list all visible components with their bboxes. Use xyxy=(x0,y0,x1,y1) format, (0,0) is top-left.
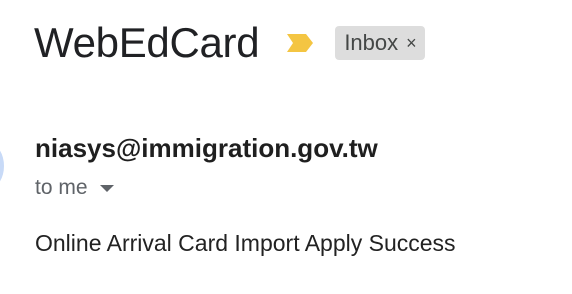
recipient-row: to me xyxy=(35,174,114,202)
label-text: Inbox xyxy=(344,30,399,55)
email-body: Online Arrival Card Import Apply Success xyxy=(35,230,456,256)
email-view: WebEdCard Inbox × niasys@immigration.gov… xyxy=(0,0,572,294)
subject-row: WebEdCard Inbox × xyxy=(34,18,425,68)
inbox-label-chip[interactable]: Inbox × xyxy=(335,26,425,60)
remove-label-close-icon[interactable]: × xyxy=(406,33,417,54)
sender-avatar[interactable] xyxy=(0,144,4,188)
chevron-down-icon[interactable] xyxy=(99,184,114,192)
email-subject: WebEdCard xyxy=(34,19,260,66)
importance-marker-icon[interactable] xyxy=(287,34,314,52)
recipient-text: to me xyxy=(35,176,88,199)
sender-email[interactable]: niasys@immigration.gov.tw xyxy=(35,132,378,164)
